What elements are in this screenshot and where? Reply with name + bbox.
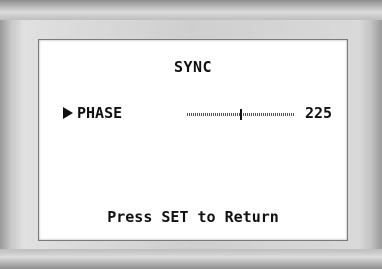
osd-screen: SYNC PHASE 225 Press SET to Return bbox=[38, 39, 348, 241]
bezel-bottom bbox=[0, 249, 382, 269]
monitor-bezel: SYNC PHASE 225 Press SET to Return bbox=[0, 0, 382, 269]
slider-knob[interactable] bbox=[240, 109, 242, 120]
return-hint: Press SET to Return bbox=[107, 208, 279, 226]
menu-title: SYNC bbox=[173, 58, 213, 76]
phase-slider[interactable] bbox=[187, 109, 295, 120]
bezel-top bbox=[0, 0, 382, 20]
menu-item-label: PHASE bbox=[77, 104, 123, 122]
selection-arrow-icon bbox=[63, 107, 73, 119]
menu-item-phase[interactable]: PHASE 225 bbox=[39, 102, 347, 126]
phase-value: 225 bbox=[305, 104, 333, 122]
